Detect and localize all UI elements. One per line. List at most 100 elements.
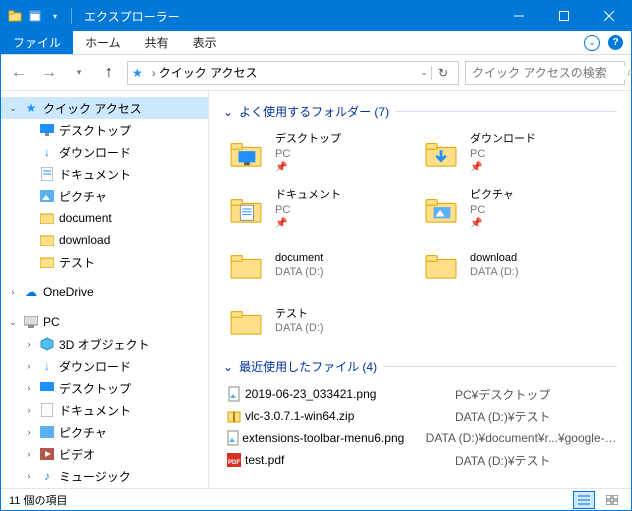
- qat-properties-icon[interactable]: [27, 8, 43, 24]
- content-pane[interactable]: ⌄よく使用するフォルダー (7) デスクトップPC📌ダウンロードPC📌ドキュメン…: [209, 91, 631, 488]
- folder-icon: [225, 188, 267, 230]
- tab-view[interactable]: 表示: [181, 31, 229, 54]
- close-button[interactable]: [586, 1, 631, 31]
- nav-recent-dropdown[interactable]: ▾: [67, 61, 91, 85]
- folder-icon: [225, 132, 267, 174]
- tree-pictures[interactable]: ピクチャ: [1, 185, 208, 207]
- tree-downloads[interactable]: ↓ダウンロード: [1, 141, 208, 163]
- group-recent-files[interactable]: ⌄最近使用したファイル (4): [223, 358, 617, 375]
- folder-name: デスクトップ: [275, 132, 341, 146]
- star-icon: ★: [132, 66, 143, 80]
- folder-icon: [225, 244, 267, 286]
- file-row[interactable]: vlc-3.0.7.1-win64.zipDATA (D:)¥テスト: [223, 405, 617, 427]
- address-segment[interactable]: クイック アクセス: [159, 64, 258, 81]
- folder-item[interactable]: ピクチャPC📌: [418, 184, 603, 234]
- tree-pc-downloads[interactable]: ›↓ダウンロード: [1, 355, 208, 377]
- expand-ribbon-button[interactable]: ⌄: [584, 35, 600, 51]
- folder-name: ピクチャ: [470, 188, 514, 202]
- refresh-button[interactable]: ↻: [431, 66, 454, 80]
- svg-text:PDF: PDF: [228, 460, 240, 466]
- folder-name: ダウンロード: [470, 132, 536, 146]
- folder-location: PC: [470, 203, 514, 217]
- qat-dropdown-icon[interactable]: ▾: [47, 8, 63, 24]
- minimize-button[interactable]: [496, 1, 541, 31]
- tree-pc[interactable]: ⌄PC: [1, 311, 208, 333]
- pin-icon: 📌: [470, 217, 514, 230]
- tree-3dobjects[interactable]: ›3D オブジェクト: [1, 333, 208, 355]
- tree-document-folder[interactable]: document: [1, 207, 208, 229]
- file-row[interactable]: extensions-toolbar-menu6.pngDATA (D:)¥do…: [223, 427, 617, 449]
- folder-item[interactable]: ドキュメントPC📌: [223, 184, 408, 234]
- file-icon: [223, 386, 245, 402]
- folder-location: PC: [275, 203, 341, 217]
- folder-item[interactable]: downloadDATA (D:): [418, 240, 603, 290]
- group-frequent-folders[interactable]: ⌄よく使用するフォルダー (7): [223, 103, 617, 120]
- folder-location: PC: [275, 147, 341, 161]
- folder-icon: [420, 188, 462, 230]
- maximize-button[interactable]: [541, 1, 586, 31]
- file-location: DATA (D:)¥テスト: [455, 408, 551, 425]
- file-name: vlc-3.0.7.1-win64.zip: [245, 409, 455, 423]
- tree-pc-music[interactable]: ›♪ミュージック: [1, 465, 208, 487]
- folder-location: PC: [470, 147, 536, 161]
- folder-location: DATA (D:): [275, 321, 323, 335]
- folder-icon: [420, 132, 462, 174]
- folder-item[interactable]: デスクトップPC📌: [223, 128, 408, 178]
- pin-icon: 📌: [275, 217, 341, 230]
- tree-test-folder[interactable]: テスト: [1, 251, 208, 273]
- file-icon: [223, 408, 245, 424]
- tree-desktop[interactable]: デスクトップ: [1, 119, 208, 141]
- folder-name: document: [275, 251, 323, 265]
- tree-documents[interactable]: ドキュメント: [1, 163, 208, 185]
- folder-name: download: [470, 251, 518, 265]
- tree-pc-desktop[interactable]: ›デスクトップ: [1, 377, 208, 399]
- address-bar[interactable]: ★ › クイック アクセス ⌄ ↻: [127, 61, 459, 85]
- folder-location: DATA (D:): [470, 265, 518, 279]
- tree-pc-documents[interactable]: ›ドキュメント: [1, 399, 208, 421]
- nav-forward-button[interactable]: →: [37, 61, 61, 85]
- tab-share[interactable]: 共有: [133, 31, 181, 54]
- window-title: エクスプローラー: [82, 8, 496, 25]
- file-icon: [223, 430, 242, 446]
- view-large-button[interactable]: [601, 491, 623, 509]
- folder-item[interactable]: テストDATA (D:): [223, 296, 408, 346]
- folder-icon: [225, 300, 267, 342]
- tree-onedrive[interactable]: ›☁OneDrive: [1, 281, 208, 303]
- status-item-count: 11 個の項目: [9, 492, 67, 508]
- search-icon[interactable]: ⌕: [627, 65, 632, 80]
- qat-separator: [71, 8, 72, 24]
- file-name: 2019-06-23_033421.png: [245, 387, 455, 401]
- file-icon: PDF: [223, 452, 245, 468]
- file-location: DATA (D:)¥document¥r...¥google-chrome: [426, 431, 617, 445]
- file-location: DATA (D:)¥テスト: [455, 452, 551, 469]
- tree-download-folder[interactable]: download: [1, 229, 208, 251]
- chevron-right-icon: ›: [149, 66, 159, 80]
- file-name: extensions-toolbar-menu6.png: [242, 431, 425, 445]
- pin-icon: 📌: [275, 161, 341, 174]
- view-details-button[interactable]: [573, 491, 595, 509]
- tree-quickaccess[interactable]: ⌄★クイック アクセス: [1, 97, 208, 119]
- help-button[interactable]: ?: [608, 35, 623, 50]
- pin-icon: 📌: [470, 161, 536, 174]
- nav-tree[interactable]: ⌄★クイック アクセス デスクトップ ↓ダウンロード ドキュメント ピクチャ d…: [1, 91, 209, 488]
- file-name: test.pdf: [245, 453, 455, 467]
- folder-item[interactable]: ダウンロードPC📌: [418, 128, 603, 178]
- search-input[interactable]: [472, 66, 627, 80]
- file-location: PC¥デスクトップ: [455, 386, 550, 403]
- tab-file[interactable]: ファイル: [1, 31, 73, 54]
- folder-location: DATA (D:): [275, 265, 323, 279]
- nav-back-button[interactable]: ←: [7, 61, 31, 85]
- folder-small-icon: [7, 8, 23, 24]
- folder-name: ドキュメント: [275, 188, 341, 202]
- folder-name: テスト: [275, 307, 323, 321]
- tree-pc-pictures[interactable]: ›ピクチャ: [1, 421, 208, 443]
- folder-item[interactable]: documentDATA (D:): [223, 240, 408, 290]
- tree-pc-videos[interactable]: ›ビデオ: [1, 443, 208, 465]
- file-row[interactable]: 2019-06-23_033421.pngPC¥デスクトップ: [223, 383, 617, 405]
- tab-home[interactable]: ホーム: [73, 31, 133, 54]
- nav-up-button[interactable]: ↑: [97, 61, 121, 85]
- address-dropdown-icon[interactable]: ⌄: [417, 67, 431, 78]
- folder-icon: [420, 244, 462, 286]
- file-row[interactable]: PDF test.pdfDATA (D:)¥テスト: [223, 449, 617, 471]
- search-box[interactable]: ⌕: [465, 61, 625, 85]
